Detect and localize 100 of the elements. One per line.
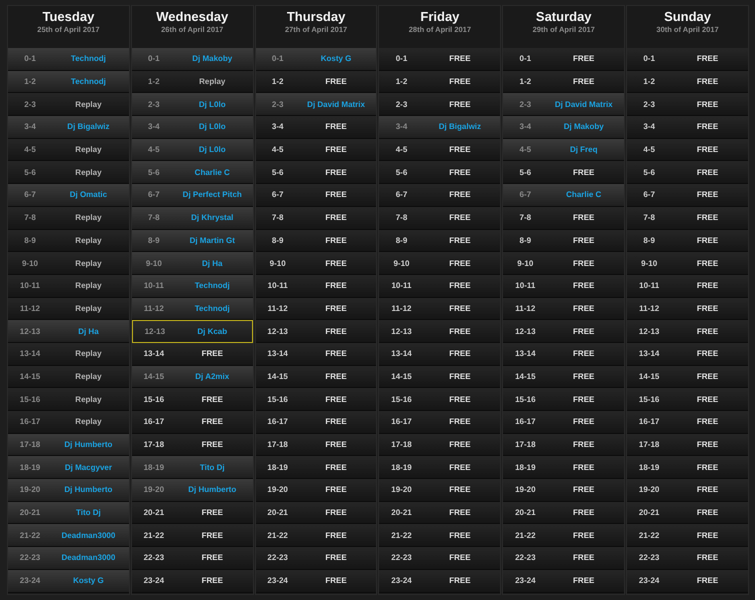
slot-row[interactable]: 16-17 FREE [379,411,500,434]
slot-row[interactable]: 11-12 FREE [627,298,748,320]
slot-row[interactable]: 15-16 Replay [8,388,129,411]
slot-row[interactable]: 19-20 FREE [379,479,500,502]
slot-row[interactable]: 13-14 FREE [132,342,253,366]
slot-row[interactable]: 20-21 Tito Dj [8,502,129,524]
slot-row[interactable]: 4-5 FREE [379,138,500,162]
slot-row[interactable]: 7-8 Dj Khrystal [132,206,253,230]
slot-row[interactable]: 9-10 FREE [256,252,376,275]
slot-row[interactable]: 4-5 FREE [627,138,748,162]
slot-row[interactable]: 16-17 FREE [627,411,748,434]
slot-row[interactable]: 3-4 FREE [256,116,376,139]
slot-row[interactable]: 21-22 FREE [132,524,253,548]
slot-row[interactable]: 10-11 FREE [503,274,624,298]
slot-row[interactable]: 11-12 FREE [256,298,376,320]
slot-row[interactable]: 15-16 FREE [132,388,253,411]
slot-row[interactable]: 9-10 Replay [8,252,129,275]
slot-row[interactable]: 18-19 FREE [503,456,624,480]
slot-row[interactable]: 6-7 FREE [627,184,748,207]
slot-row[interactable]: 20-21 FREE [256,502,376,524]
slot-row[interactable]: 15-16 FREE [627,388,748,411]
slot-row[interactable]: 15-16 FREE [256,388,376,411]
slot-row[interactable]: 13-14 Replay [8,342,129,366]
slot-row[interactable]: 6-7 Charlie C [503,184,624,207]
slot-row[interactable]: 2-3 Replay [8,93,129,116]
slot-row[interactable]: 20-21 FREE [627,502,748,524]
slot-row[interactable]: 17-18 FREE [627,434,748,456]
slot-row[interactable]: 9-10 FREE [627,252,748,275]
slot-row[interactable]: 16-17 FREE [503,411,624,434]
slot-row[interactable]: 23-24 Kosty G [8,570,129,592]
slot-row[interactable]: 22-23 FREE [627,547,748,570]
slot-row[interactable]: 13-14 FREE [627,342,748,366]
slot-row[interactable]: 14-15 FREE [627,366,748,388]
slot-row[interactable]: 1-2 FREE [503,70,624,94]
slot-row[interactable]: 16-17 FREE [256,411,376,434]
slot-row[interactable]: 21-22 FREE [379,524,500,548]
slot-row[interactable]: 6-7 FREE [256,184,376,207]
slot-row[interactable]: 17-18 FREE [503,434,624,456]
slot-row[interactable]: 12-13 FREE [627,320,748,343]
slot-row[interactable]: 18-19 Dj Macgyver [8,456,129,480]
slot-row[interactable]: 6-7 Dj Perfect Pitch [132,184,253,207]
slot-row[interactable]: 3-4 Dj L0lo [132,116,253,139]
slot-row[interactable]: 1-2 Technodj [8,70,129,94]
slot-row[interactable]: 19-20 FREE [503,479,624,502]
slot-row[interactable]: 5-6 FREE [627,161,748,184]
slot-row[interactable]: 1-2 FREE [256,70,376,94]
slot-row[interactable]: 14-15 FREE [256,366,376,388]
slot-row[interactable]: 14-15 FREE [379,366,500,388]
slot-row[interactable]: 5-6 FREE [503,161,624,184]
slot-row[interactable]: 21-22 FREE [256,524,376,548]
slot-row[interactable]: 11-12 Replay [8,298,129,320]
slot-row[interactable]: 17-18 FREE [132,434,253,456]
slot-row[interactable]: 1-2 Replay [132,70,253,94]
slot-row[interactable]: 13-14 FREE [379,342,500,366]
slot-row[interactable]: 23-24 FREE [379,570,500,592]
slot-row[interactable]: 15-16 FREE [379,388,500,411]
slot-row[interactable]: 16-17 FREE [132,411,253,434]
slot-row[interactable]: 4-5 Replay [8,138,129,162]
slot-row[interactable]: 2-3 FREE [627,93,748,116]
slot-row[interactable]: 20-21 FREE [132,502,253,524]
slot-row[interactable]: 14-15 Dj A2mix [132,366,253,388]
slot-row[interactable]: 9-10 FREE [503,252,624,275]
slot-row[interactable]: 13-14 FREE [503,342,624,366]
slot-row[interactable]: 12-13 Dj Kcab [132,320,253,343]
slot-row[interactable]: 11-12 FREE [503,298,624,320]
slot-row[interactable]: 4-5 FREE [256,138,376,162]
slot-row[interactable]: 22-23 FREE [256,547,376,570]
slot-row[interactable]: 8-9 FREE [256,230,376,252]
slot-row[interactable]: 3-4 Dj Makoby [503,116,624,139]
slot-row[interactable]: 12-13 Dj Ha [8,320,129,343]
slot-row[interactable]: 23-24 FREE [132,570,253,592]
slot-row[interactable]: 9-10 Dj Ha [132,252,253,275]
slot-row[interactable]: 16-17 Replay [8,411,129,434]
slot-row[interactable]: 10-11 FREE [256,274,376,298]
slot-row[interactable]: 22-23 FREE [132,547,253,570]
slot-row[interactable]: 6-7 FREE [379,184,500,207]
slot-row[interactable]: 11-12 Technodj [132,298,253,320]
slot-row[interactable]: 18-19 Tito Dj [132,456,253,480]
slot-row[interactable]: 0-1 FREE [627,48,748,71]
slot-row[interactable]: 10-11 FREE [627,274,748,298]
slot-row[interactable]: 9-10 FREE [379,252,500,275]
slot-row[interactable]: 3-4 Dj Bigalwiz [8,116,129,139]
slot-row[interactable]: 0-1 Dj Makoby [132,48,253,71]
slot-row[interactable]: 17-18 Dj Humberto [8,434,129,456]
slot-row[interactable]: 14-15 FREE [503,366,624,388]
slot-row[interactable]: 0-1 FREE [503,48,624,71]
slot-row[interactable]: 14-15 Replay [8,366,129,388]
slot-row[interactable]: 18-19 FREE [256,456,376,480]
slot-row[interactable]: 5-6 FREE [379,161,500,184]
slot-row[interactable]: 18-19 FREE [379,456,500,480]
slot-row[interactable]: 3-4 FREE [627,116,748,139]
slot-row[interactable]: 8-9 FREE [379,230,500,252]
slot-row[interactable]: 10-11 FREE [379,274,500,298]
slot-row[interactable]: 8-9 Dj Martin Gt [132,230,253,252]
slot-row[interactable]: 3-4 Dj Bigalwiz [379,116,500,139]
slot-row[interactable]: 5-6 Charlie C [132,161,253,184]
slot-row[interactable]: 22-23 FREE [379,547,500,570]
slot-row[interactable]: 4-5 Dj L0lo [132,138,253,162]
slot-row[interactable]: 6-7 Dj Omatic [8,184,129,207]
slot-row[interactable]: 2-3 FREE [379,93,500,116]
